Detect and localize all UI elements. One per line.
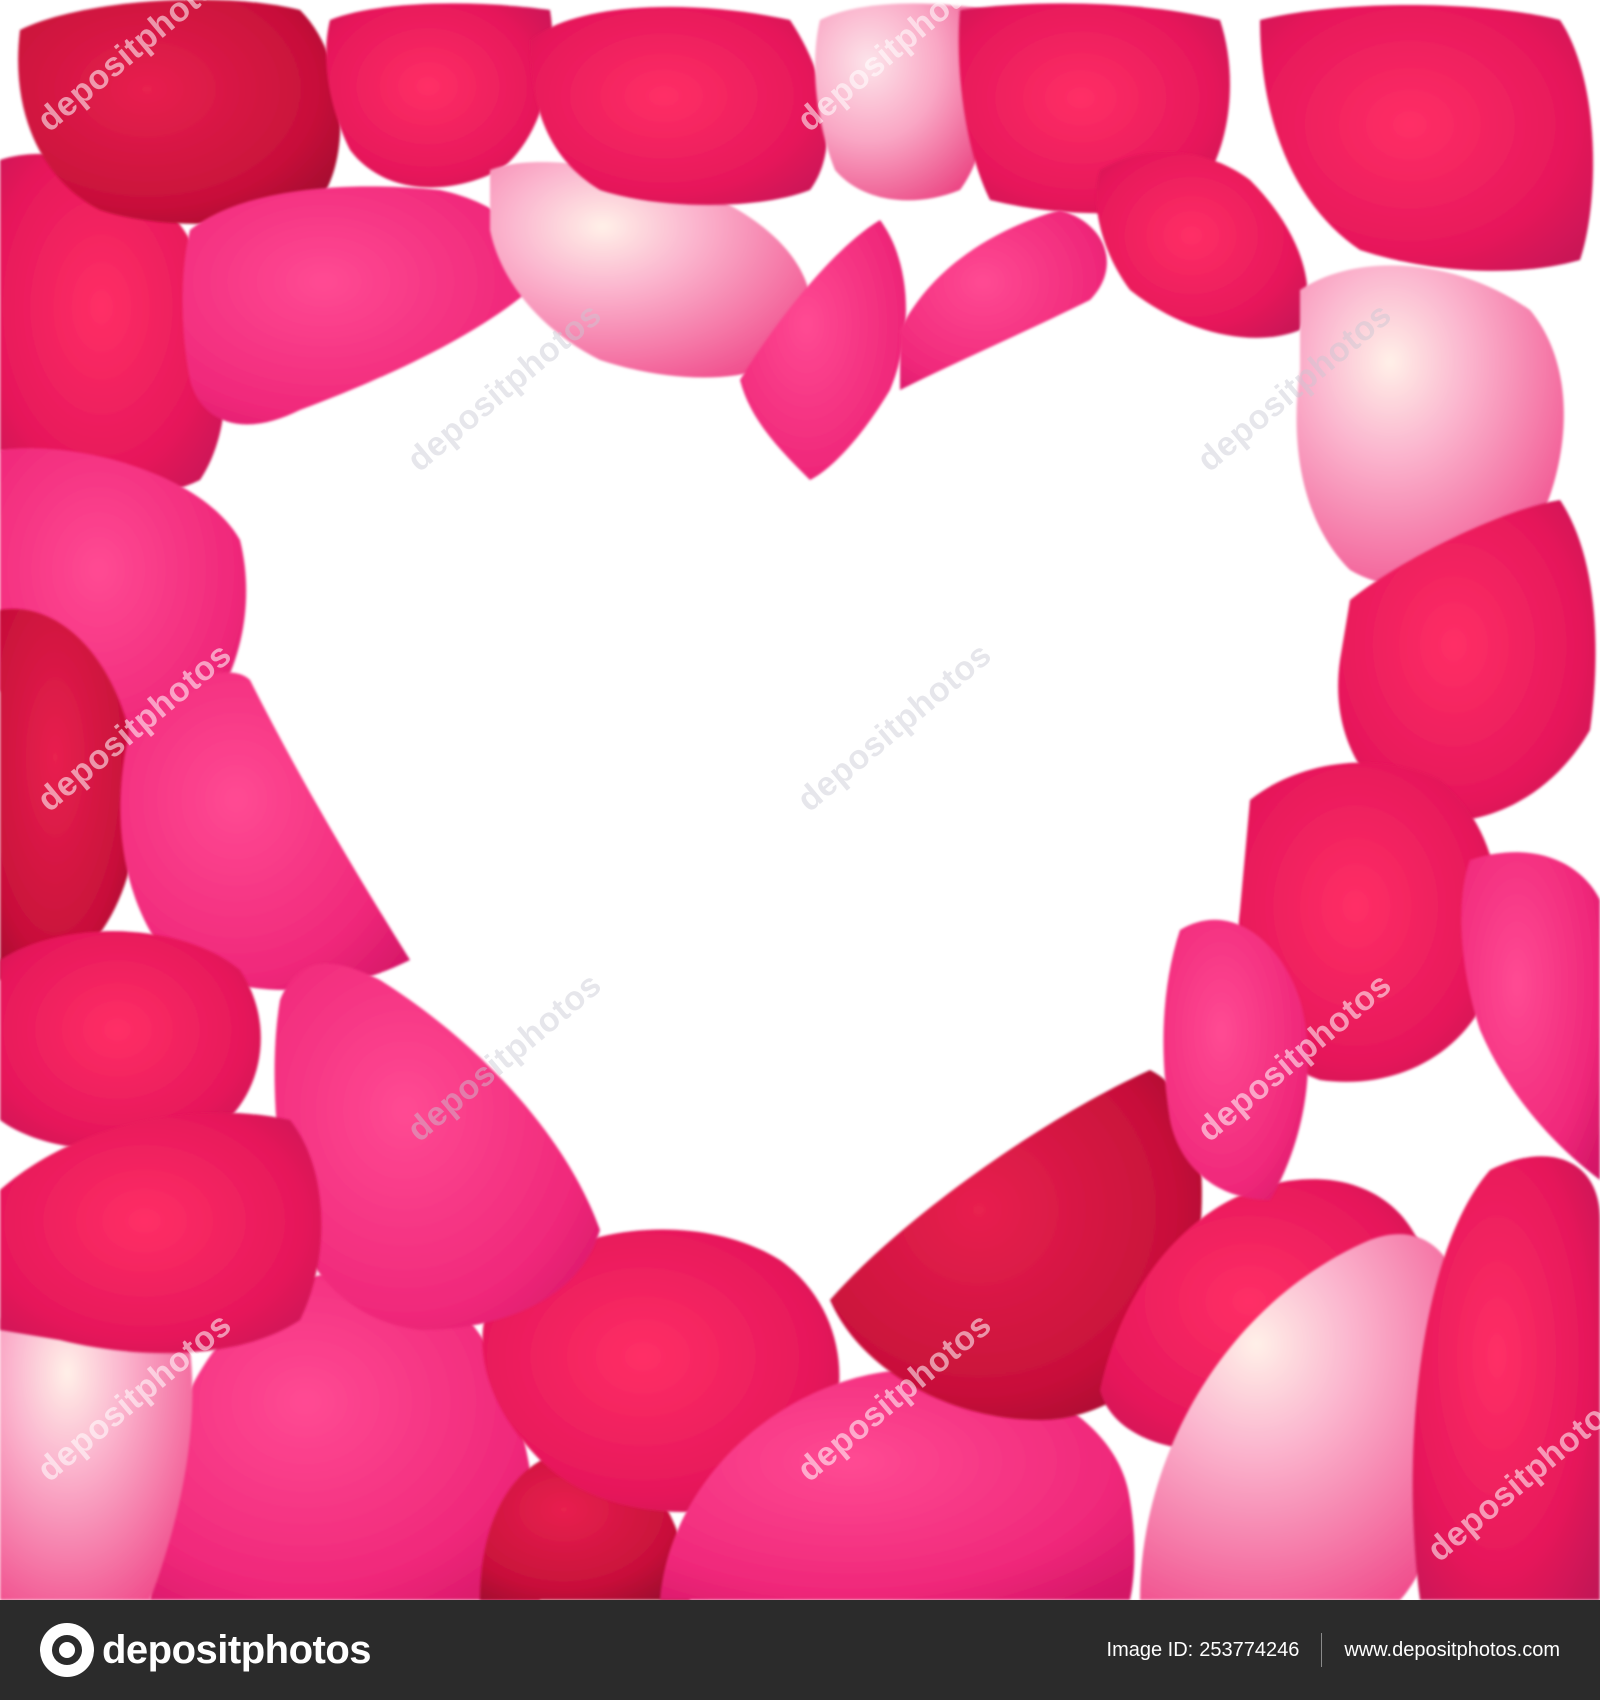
petal bbox=[1461, 852, 1600, 1180]
brand-logo[interactable]: depositphotos bbox=[40, 1623, 372, 1677]
petal-cluster-right bbox=[1163, 265, 1600, 1200]
petal bbox=[0, 1112, 322, 1354]
footer-info: Image ID: 253774246 www.depositphotos.co… bbox=[1107, 1633, 1560, 1667]
petal bbox=[274, 963, 600, 1330]
petal bbox=[182, 186, 536, 425]
brand-name: depositphotos bbox=[102, 1627, 372, 1672]
footer-divider bbox=[1321, 1633, 1323, 1667]
rose-petal-heart-frame: depositphotos depositphotos depositphoto… bbox=[0, 0, 1600, 1600]
camera-lens-icon bbox=[40, 1623, 94, 1677]
petal bbox=[1096, 151, 1308, 338]
image-id-label: Image ID: bbox=[1106, 1638, 1194, 1661]
stock-footer-bar: depositphotos Image ID: 253774246 www.de… bbox=[0, 1600, 1600, 1700]
image-id-value: 253774246 bbox=[1199, 1638, 1300, 1661]
petal bbox=[900, 210, 1107, 390]
site-link[interactable]: www.depositphotos.com bbox=[1344, 1639, 1560, 1662]
petal bbox=[1260, 5, 1594, 271]
petal bbox=[1412, 1156, 1600, 1600]
petal bbox=[326, 3, 553, 188]
petals-illustration bbox=[0, 0, 1600, 1600]
